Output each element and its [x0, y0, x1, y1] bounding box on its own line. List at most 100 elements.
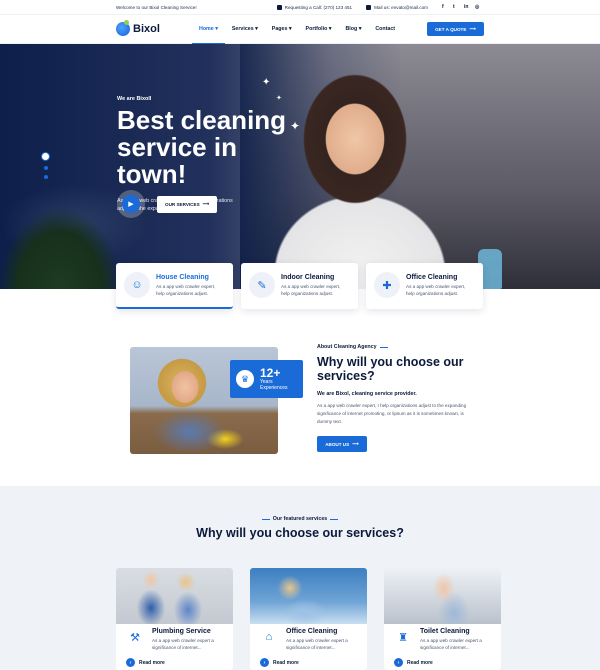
service-card-title: House Cleaning [156, 274, 209, 281]
experience-label: Years Experiences [260, 379, 288, 391]
featured-card-title: Plumbing Service [152, 628, 211, 635]
slider-dot[interactable] [43, 175, 48, 179]
mail-info[interactable]: Mail us: envato@mail.com [366, 4, 428, 10]
about-kicker-text: About Cleaning Agency [317, 344, 377, 350]
featured-card-body: ⚒ Plumbing Service As a app web crawler … [126, 628, 232, 651]
read-more-link[interactable]: › Read more [394, 658, 433, 667]
plumbing-image [116, 568, 233, 624]
play-video-button[interactable]: ▶ [117, 190, 145, 218]
about-subtitle: We are Bixol, cleaning service provider. [317, 391, 417, 397]
logo-text: Bixol [133, 23, 160, 35]
nav-item-services[interactable]: Services ▾ [225, 14, 265, 44]
logo-mark-icon [116, 20, 130, 36]
kicker-line [261, 518, 270, 520]
toilet-icon: ♜ [398, 631, 408, 644]
service-card-office-cleaning[interactable]: ✚ Office Cleaning As a app web crawler e… [366, 263, 483, 309]
arrow-right-icon: ⟶ [202, 201, 210, 206]
hero-actions: ▶ OUR SERVICES ⟶ [117, 190, 218, 218]
plumbing-icon: ⚒ [130, 631, 140, 644]
featured-card-body: ♜ Toilet Cleaning As a app web crawler e… [394, 628, 500, 651]
indoor-cleaning-icon: ✎ [249, 272, 275, 298]
chevron-right-icon: › [260, 658, 269, 667]
nav-item-blog[interactable]: Blog ▾ [338, 14, 368, 44]
featured-card-plumbing[interactable]: ⚒ Plumbing Service As a app web crawler … [116, 568, 233, 670]
service-card-desc: As a app web crawler expert, help organi… [281, 284, 341, 296]
get-quote-button[interactable]: GET A QUOTE ⟶ [427, 22, 484, 36]
service-card-title: Office Cleaning [406, 274, 458, 281]
sparkle-icon: ✦ [262, 77, 271, 88]
hero-kicker: We are Bixoll [117, 96, 152, 102]
instagram-icon[interactable]: ◎ [475, 4, 480, 10]
about-kicker: About Cleaning Agency [317, 344, 477, 350]
nav-item-portfolio[interactable]: Portfolio ▾ [299, 14, 339, 44]
hero-title: Best cleaning service in town! [117, 105, 287, 189]
our-services-label: OUR SERVICES [165, 201, 200, 207]
read-more-label: Read more [407, 659, 433, 666]
about-title: Why will you choose our services? [317, 355, 464, 383]
read-more-link[interactable]: › Read more [126, 658, 165, 667]
mail-text: Mail us: envato@mail.com [374, 4, 428, 10]
slider-dot[interactable] [43, 166, 48, 170]
chevron-right-icon: › [394, 658, 403, 667]
about-description: As a app web crawler expert, I help orga… [317, 403, 467, 424]
house-cleaning-icon: ☺ [124, 272, 150, 298]
nav-menu: Home ▾ Services ▾ Pages ▾ Portfolio ▾ Bl… [192, 14, 402, 44]
featured-services-section: Our featured services Why will you choos… [0, 486, 600, 670]
read-more-link[interactable]: › Read more [260, 658, 299, 667]
nav-item-home[interactable]: Home ▾ [192, 14, 225, 44]
office-cleaning-icon: ✚ [374, 272, 400, 298]
toilet-cleaning-image [384, 568, 501, 624]
phone-icon [276, 4, 282, 10]
get-quote-label: GET A QUOTE [435, 26, 467, 32]
social-links: f t in ◎ [442, 4, 480, 10]
service-card-desc: As a app web crawler expert, help organi… [406, 284, 466, 296]
slider-dots [41, 152, 50, 179]
kicker-line [330, 518, 339, 520]
service-card-house-cleaning[interactable]: ☺ House Cleaning As a app web crawler ex… [116, 263, 233, 309]
our-services-button[interactable]: OUR SERVICES ⟶ [157, 195, 218, 213]
trophy-icon: ♛ [236, 370, 254, 388]
office-cleaning-image [250, 568, 367, 624]
service-card-indoor-cleaning[interactable]: ✎ Indoor Cleaning As a app web crawler e… [241, 263, 358, 309]
chevron-right-icon: › [126, 658, 135, 667]
featured-card-title: Toilet Cleaning [420, 628, 470, 635]
service-card-desc: As a app web crawler expert, help organi… [156, 284, 216, 296]
play-icon: ▶ [122, 195, 140, 213]
featured-kicker-text: Our featured services [272, 516, 328, 522]
linkedin-icon[interactable]: in [464, 4, 469, 10]
arrow-right-icon: ⟶ [469, 26, 476, 31]
featured-card-title: Office Cleaning [286, 628, 338, 635]
kicker-line [379, 346, 388, 348]
featured-kicker-wrap: Our featured services [0, 516, 600, 522]
service-card-title: Indoor Cleaning [281, 274, 335, 281]
about-us-label: ABOUT US [325, 441, 350, 447]
experience-number: 12+ [260, 366, 281, 380]
hero-section: ✦ ✦ ✦ We are Bixoll Best cleaning servic… [0, 44, 600, 289]
read-more-label: Read more [139, 659, 165, 666]
service-cards: ☺ House Cleaning As a app web crawler ex… [116, 263, 483, 309]
facebook-icon[interactable]: f [442, 4, 447, 10]
about-section: ♛ 12+ Years Experiences About Cleaning A… [0, 332, 600, 482]
logo[interactable]: Bixol [116, 20, 192, 36]
nav-item-contact[interactable]: Contact [368, 14, 402, 44]
nav-item-pages[interactable]: Pages ▾ [265, 14, 299, 44]
featured-cards: ⚒ Plumbing Service As a app web crawler … [116, 568, 501, 670]
top-bar: Welcome to our Bixol Cleaning Service! R… [0, 0, 600, 14]
featured-kicker: Our featured services [261, 516, 339, 522]
featured-card-office-cleaning[interactable]: ⌂ Office Cleaning As a app web crawler e… [250, 568, 367, 670]
call-info[interactable]: Requesting a Call: (270) 123 451 [276, 4, 352, 10]
twitter-icon[interactable]: t [453, 4, 458, 10]
mail-icon [366, 4, 372, 10]
read-more-label: Read more [273, 659, 299, 666]
featured-card-desc: As a app web crawler expert a significan… [420, 638, 482, 650]
main-nav: Bixol Home ▾ Services ▾ Pages ▾ Portfoli… [0, 14, 600, 44]
welcome-text: Welcome to our Bixol Cleaning Service! [116, 4, 197, 10]
about-text: About Cleaning Agency Why will you choos… [317, 344, 477, 452]
hero-plant-decor [0, 209, 120, 289]
featured-card-toilet-cleaning[interactable]: ♜ Toilet Cleaning As a app web crawler e… [384, 568, 501, 670]
office-icon: ⌂ [265, 631, 273, 643]
featured-title: Why will you choose our services? [196, 526, 404, 540]
featured-card-desc: As a app web crawler expert a significan… [152, 638, 214, 650]
slider-dot-active[interactable] [41, 152, 50, 161]
about-us-button[interactable]: ABOUT US ⟶ [317, 436, 367, 452]
